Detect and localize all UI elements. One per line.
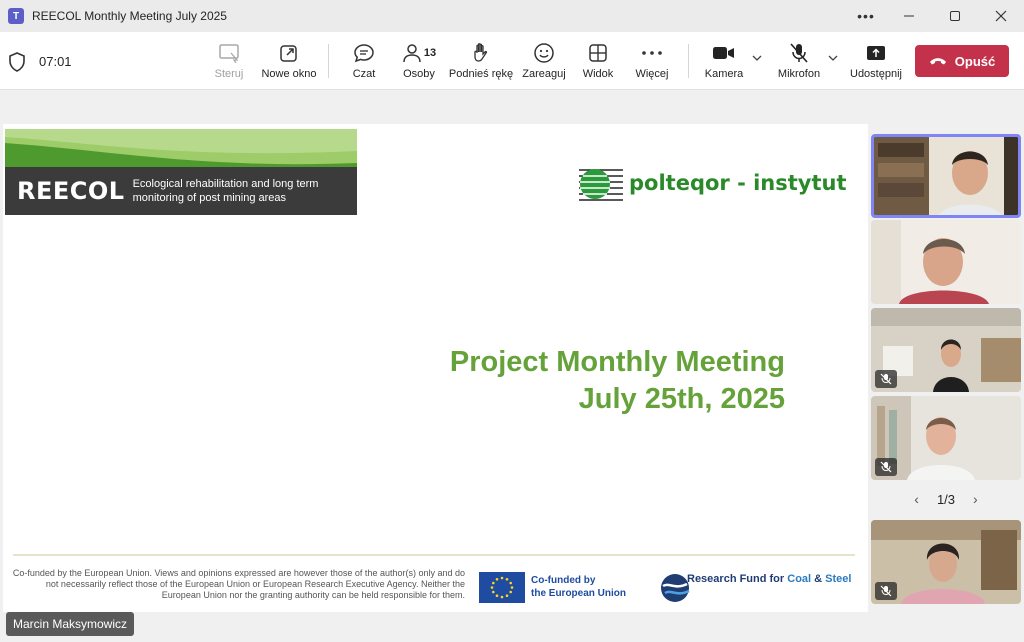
meeting-toolbar: 07:01 Steruj Nowe okno Czat 13 Osoby Pod…	[0, 32, 1024, 90]
teams-icon: T	[8, 8, 24, 24]
leave-button[interactable]: Opuść	[915, 45, 1009, 77]
raise-hand-label: Podnieś rękę	[448, 68, 514, 80]
more-options-button[interactable]: •••	[846, 0, 886, 32]
reecol-logo-text: REECOL	[17, 177, 125, 205]
rfcs-coal: Coal	[787, 573, 812, 585]
slide-title-line-1: Project Monthly Meeting	[449, 346, 785, 378]
window-title: REECOL Monthly Meeting July 2025	[32, 9, 227, 23]
share-icon	[865, 42, 887, 64]
participant-video	[874, 137, 1018, 215]
more-label: Więcej	[635, 68, 669, 80]
participant-tile[interactable]	[871, 396, 1021, 480]
slide-title-line-2: July 25th, 2025	[578, 383, 785, 415]
raise-hand-icon	[471, 42, 491, 64]
microphone-label: Mikrofon	[777, 68, 821, 80]
camera-label: Kamera	[704, 68, 744, 80]
shared-slide: REECOL Ecological rehabilitation and lon…	[3, 124, 868, 612]
slide-footer-divider	[13, 554, 855, 556]
rfcs-steel: Steel	[825, 573, 852, 585]
participant-tile[interactable]	[871, 134, 1021, 218]
raise-hand-button[interactable]: Podnieś rękę	[448, 32, 514, 90]
people-label: Osoby	[403, 68, 435, 80]
stage-top-band	[0, 90, 1024, 124]
view-button[interactable]: Widok	[578, 32, 618, 90]
participant-tile[interactable]	[871, 308, 1021, 392]
eu-cofunded-text: Co-funded by the European Union	[531, 574, 626, 600]
view-icon	[588, 42, 608, 64]
people-button[interactable]: 13 Osoby	[398, 32, 440, 90]
polteqor-logo-text: polteqor - instytut	[629, 171, 847, 195]
participant-pager: ‹ 1/3 ›	[868, 484, 1024, 514]
maximize-icon[interactable]	[932, 0, 978, 32]
new-window-icon	[279, 42, 299, 64]
camera-options-chevron-icon[interactable]	[752, 54, 762, 65]
banner-text-area: REECOL Ecological rehabilitation and lon…	[5, 167, 357, 215]
more-button[interactable]: Więcej	[632, 32, 672, 90]
slide-title: Project Monthly Meeting July 25th, 2025	[450, 344, 785, 418]
rfcs-prefix: Research Fund for	[687, 573, 788, 585]
participant-mic-off-icon	[875, 458, 897, 476]
rfcs-amp: &	[811, 573, 826, 585]
eu-flag-icon	[479, 572, 525, 603]
reecol-description: Ecological rehabilitation and long term …	[133, 177, 319, 205]
share-label: Udostępnij	[850, 68, 902, 80]
previous-page-chevron-icon[interactable]: ‹	[914, 491, 919, 507]
presenter-name-label: Marcin Maksymowicz	[6, 612, 135, 636]
react-label: Zareaguj	[522, 68, 566, 80]
next-page-chevron-icon[interactable]: ›	[973, 491, 978, 507]
more-icon	[641, 42, 663, 64]
participant-video	[871, 220, 1021, 304]
eu-cofunded-line-1: Co-funded by	[531, 575, 596, 586]
phone-icon	[929, 54, 947, 69]
reecol-banner: REECOL Ecological rehabilitation and lon…	[5, 129, 357, 215]
camera-icon	[712, 42, 736, 64]
steruj-label: Steruj	[214, 68, 244, 80]
leave-label: Opuść	[954, 53, 996, 69]
people-icon: 13	[402, 42, 436, 64]
participant-tile[interactable]	[871, 220, 1021, 304]
people-count: 13	[423, 47, 437, 59]
participant-page-indicator: 1/3	[936, 491, 956, 507]
polteqor-logo: polteqor - instytut	[577, 162, 847, 204]
view-label: Widok	[582, 68, 614, 80]
mic-options-chevron-icon[interactable]	[828, 54, 838, 65]
share-button[interactable]: Udostępnij	[848, 32, 904, 90]
participant-panel: ‹ 1/3 ›	[868, 124, 1024, 642]
react-icon	[533, 42, 555, 64]
reecol-description-line-2: monitoring of post mining areas	[132, 192, 287, 204]
shield-icon[interactable]	[8, 52, 26, 72]
participant-mic-off-icon	[875, 370, 897, 388]
share-control-icon	[218, 42, 240, 64]
minimize-icon[interactable]	[886, 0, 932, 32]
mic-off-icon	[788, 42, 810, 64]
participant-tile[interactable]	[871, 520, 1021, 604]
title-bar: T REECOL Monthly Meeting July 2025 •••	[0, 0, 1024, 32]
eu-cofunded-line-2: the European Union	[531, 588, 626, 599]
steruj-button[interactable]: Steruj	[208, 32, 250, 90]
new-window-label: Nowe okno	[261, 68, 317, 80]
react-button[interactable]: Zareaguj	[520, 32, 568, 90]
polteqor-emblem-icon	[579, 169, 623, 201]
chat-button[interactable]: Czat	[346, 32, 382, 90]
window-controls: •••	[846, 0, 1024, 32]
eu-disclaimer: Co-funded by the European Union. Views a…	[12, 568, 465, 600]
reecol-description-line-1: Ecological rehabilitation and long term	[132, 178, 319, 190]
meeting-timer: 07:01	[39, 54, 72, 69]
new-window-button[interactable]: Nowe okno	[258, 32, 320, 90]
rfcs-logo-text: Research Fund for Coal & Steel	[687, 573, 851, 585]
chat-label: Czat	[352, 68, 376, 80]
camera-button[interactable]: Kamera	[702, 32, 746, 90]
toolbar-divider	[328, 44, 329, 78]
participant-mic-off-icon	[875, 582, 897, 600]
chat-icon	[353, 42, 375, 64]
close-icon[interactable]	[978, 0, 1024, 32]
microphone-button[interactable]: Mikrofon	[774, 32, 824, 90]
toolbar-divider	[688, 44, 689, 78]
